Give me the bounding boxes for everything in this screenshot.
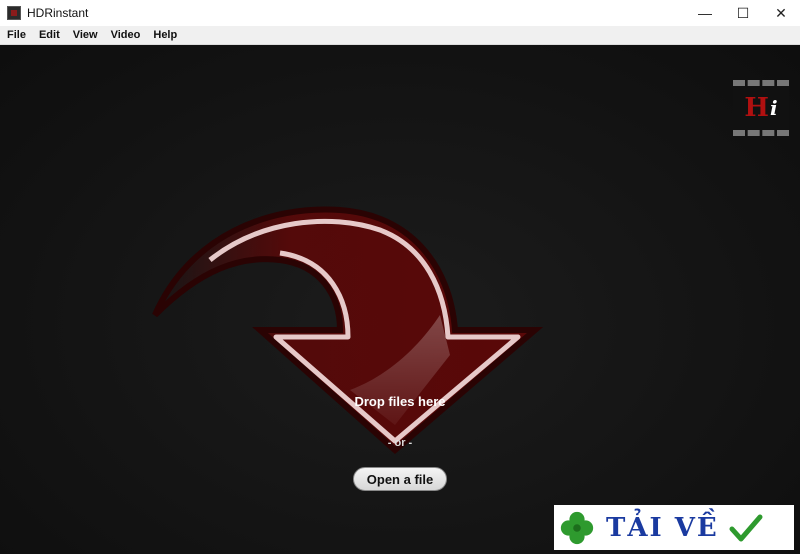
- menu-view[interactable]: View: [67, 29, 104, 41]
- open-file-button[interactable]: Open a file: [353, 467, 447, 491]
- window-controls: — ☐ ✕: [686, 0, 800, 26]
- checkmark-icon: [729, 514, 763, 541]
- or-separator: - or -: [387, 437, 413, 449]
- app-logo: Hi: [733, 80, 789, 136]
- menu-help[interactable]: Help: [147, 29, 183, 41]
- drop-arrow-icon: [152, 206, 544, 454]
- watermark-banner: TẢI VỀ: [554, 505, 794, 550]
- window-title: HDRinstant: [27, 6, 89, 20]
- drop-files-label: Drop files here: [354, 394, 446, 409]
- menu-edit[interactable]: Edit: [33, 29, 66, 41]
- menu-bar: File Edit View Video Help: [0, 26, 800, 45]
- clover-icon: [560, 511, 594, 544]
- minimize-button[interactable]: —: [686, 0, 724, 26]
- menu-file[interactable]: File: [1, 29, 32, 41]
- logo-letter-h: H: [744, 93, 769, 123]
- app-icon: [7, 6, 21, 20]
- watermark-text: TẢI VỀ: [606, 512, 719, 543]
- maximize-button[interactable]: ☐: [724, 0, 762, 26]
- close-button[interactable]: ✕: [762, 0, 800, 26]
- logo-letter-i: i: [769, 96, 778, 120]
- title-bar: HDRinstant — ☐ ✕: [0, 0, 800, 26]
- menu-video[interactable]: Video: [105, 29, 147, 41]
